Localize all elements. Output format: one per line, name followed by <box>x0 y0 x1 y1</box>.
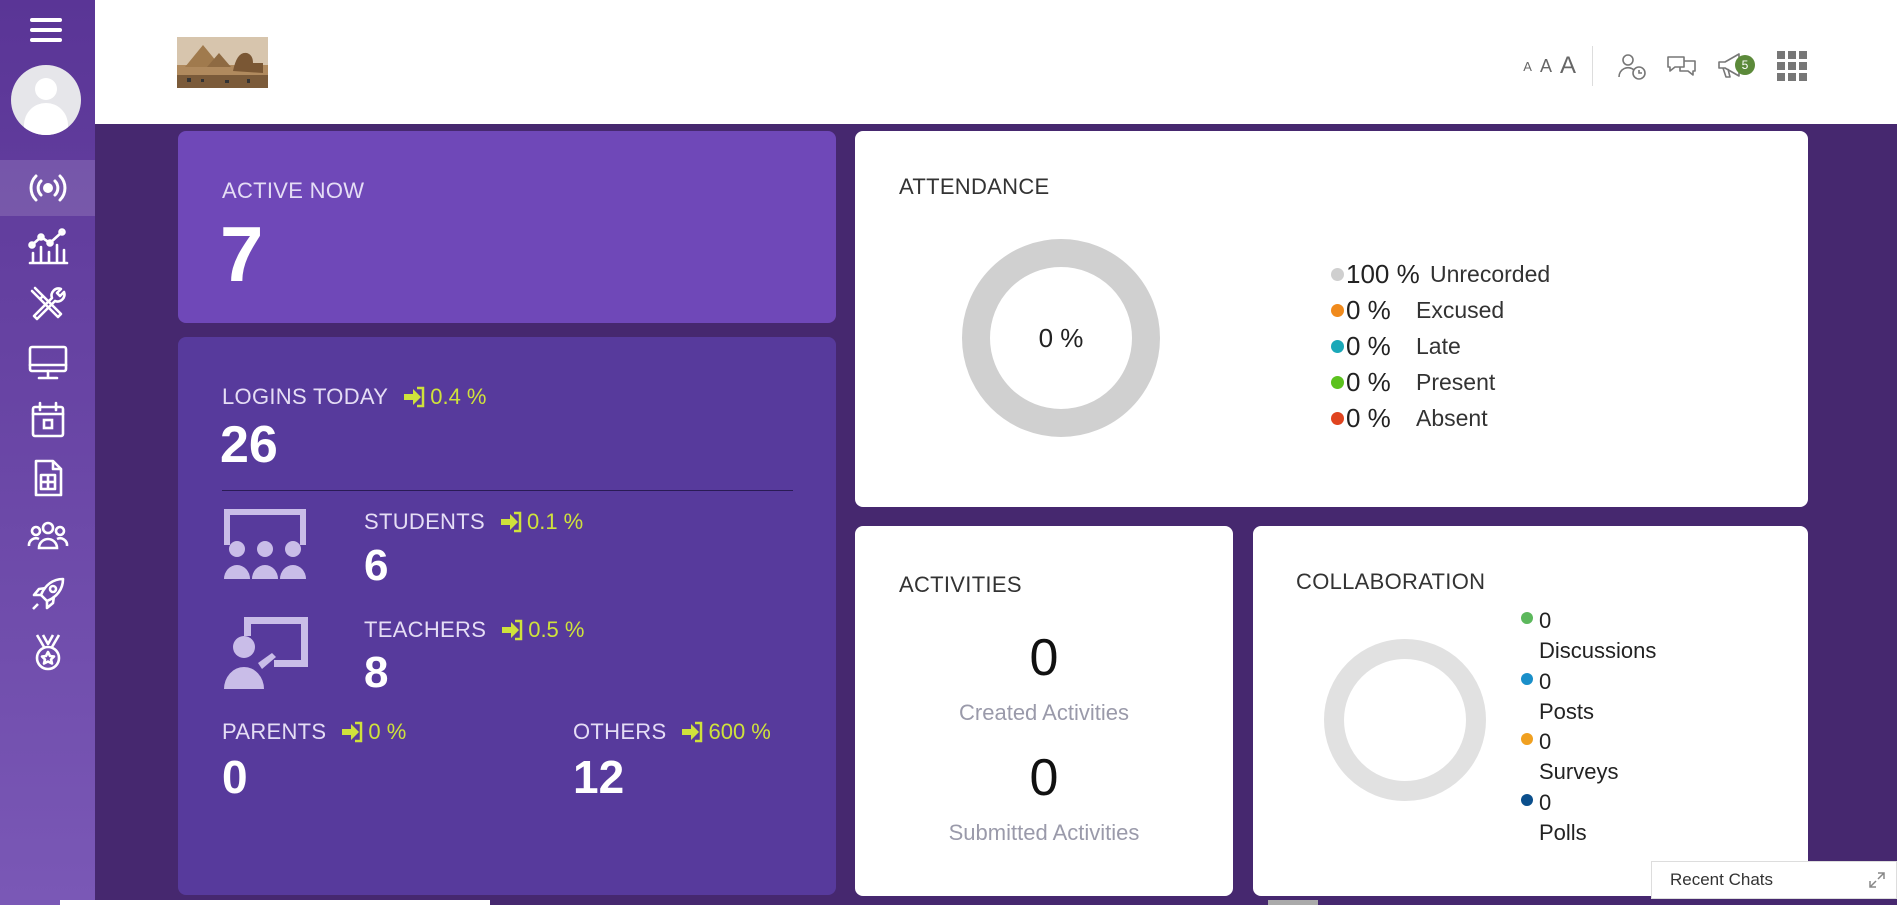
parents-value: 0 <box>222 751 248 803</box>
divider <box>222 490 793 491</box>
created-activities-value: 0 <box>1029 629 1059 687</box>
monitor-icon[interactable] <box>0 334 95 390</box>
medal-icon[interactable] <box>0 624 95 680</box>
avatar[interactable] <box>11 65 81 135</box>
active-now-label: ACTIVE NOW <box>222 178 365 203</box>
horizontal-scrollbar[interactable] <box>60 900 490 905</box>
submitted-activities-value: 0 <box>1029 749 1059 807</box>
collab-posts: 0 Posts <box>1521 667 1594 727</box>
logins-today-card: LOGINS TODAY 0.4 % 26 STUDENTS 0.1 % 6 T… <box>178 337 836 895</box>
active-now-value: 7 <box>220 210 264 298</box>
hamburger-menu-icon[interactable] <box>26 14 66 48</box>
submitted-activities-label: Submitted Activities <box>948 820 1140 845</box>
header-toolbar: A A A 5 <box>1523 44 1817 88</box>
collab-polls: 0 Polls <box>1521 788 1587 848</box>
sign-in-icon <box>342 721 363 743</box>
attendance-donut-chart: 0 % <box>961 238 1161 438</box>
chat-bubbles-icon[interactable] <box>1665 49 1699 83</box>
others-pct: 600 % <box>680 719 771 745</box>
tools-icon[interactable] <box>0 276 95 332</box>
parents-label: PARENTS <box>222 719 327 744</box>
logins-today-label: LOGINS TODAY <box>222 384 389 409</box>
students-classroom-icon <box>222 509 308 581</box>
active-now-card: ACTIVE NOW 7 <box>178 131 836 323</box>
teachers-label: TEACHERS <box>364 617 487 642</box>
sign-in-icon <box>404 386 425 408</box>
legend-present: 0 % Present <box>1331 367 1495 398</box>
megaphone-icon[interactable]: 5 <box>1715 49 1755 83</box>
sidebar <box>0 0 95 905</box>
collab-discussions: 0 Discussions <box>1521 606 1656 666</box>
font-size-large-button[interactable]: A <box>1560 54 1576 78</box>
legend-absent: 0 % Absent <box>1331 403 1488 434</box>
collaboration-card: COLLABORATION 0 Discussions 0 Posts 0 Su… <box>1253 526 1808 896</box>
legend-late: 0 % Late <box>1331 331 1461 362</box>
legend-dot <box>1331 340 1344 353</box>
users-icon[interactable] <box>0 508 95 564</box>
activities-title: ACTIVITIES <box>899 572 1022 597</box>
expand-icon[interactable] <box>1868 871 1886 889</box>
attendance-card: ATTENDANCE 0 % 100 % Unrecorded 0 % Excu… <box>855 131 1808 507</box>
attendance-title: ATTENDANCE <box>899 174 1050 199</box>
font-size-medium-button[interactable]: A <box>1540 57 1552 75</box>
legend-excused: 0 % Excused <box>1331 295 1504 326</box>
legend-dot <box>1331 376 1344 389</box>
collaboration-title: COLLABORATION <box>1296 569 1486 594</box>
legend-dot <box>1521 733 1533 745</box>
school-logo[interactable] <box>177 37 268 88</box>
collaboration-donut-chart <box>1323 638 1487 802</box>
legend-dot <box>1521 673 1533 685</box>
rocket-icon[interactable] <box>0 566 95 622</box>
font-size-small-button[interactable]: A <box>1523 60 1532 73</box>
created-activities-label: Created Activities <box>959 700 1129 725</box>
sign-in-icon <box>500 511 522 533</box>
teacher-board-icon <box>222 617 308 689</box>
teachers-value: 8 <box>364 648 389 697</box>
legend-dot <box>1331 304 1344 317</box>
header-divider <box>1592 46 1593 86</box>
notification-badge: 5 <box>1735 55 1755 75</box>
scroll-thumb[interactable] <box>1268 900 1318 905</box>
legend-dot <box>1331 268 1344 281</box>
legend-dot <box>1521 794 1533 806</box>
others-value: 12 <box>573 751 625 803</box>
attendance-donut-center: 0 % <box>1038 322 1084 353</box>
calendar-icon[interactable] <box>0 392 95 448</box>
others-label: OTHERS <box>573 719 667 744</box>
teachers-pct: 0.5 % <box>500 617 584 643</box>
collab-surveys: 0 Surveys <box>1521 727 1618 787</box>
recent-chats-panel[interactable]: Recent Chats <box>1651 861 1897 899</box>
logins-today-value: 26 <box>220 416 278 474</box>
broadcast-icon[interactable] <box>0 160 95 216</box>
analytics-icon[interactable] <box>0 218 95 274</box>
user-clock-icon[interactable] <box>1615 49 1649 83</box>
logins-today-pct: 0.4 % <box>402 384 486 410</box>
recent-chats-label: Recent Chats <box>1670 870 1773 889</box>
legend-dot <box>1331 412 1344 425</box>
top-header: A A A 5 <box>95 0 1897 124</box>
sign-in-icon <box>502 619 523 641</box>
spreadsheet-icon[interactable] <box>0 450 95 506</box>
apps-grid-icon[interactable] <box>1775 49 1809 83</box>
activities-card: ACTIVITIES 0 Created Activities 0 Submit… <box>855 526 1233 896</box>
students-pct: 0.1 % <box>499 509 583 535</box>
legend-unrecorded: 100 % Unrecorded <box>1331 259 1550 290</box>
students-value: 6 <box>364 541 389 590</box>
parents-pct: 0 % <box>340 719 406 745</box>
sign-in-icon <box>682 721 703 743</box>
legend-dot <box>1521 612 1533 624</box>
students-label: STUDENTS <box>364 509 485 534</box>
